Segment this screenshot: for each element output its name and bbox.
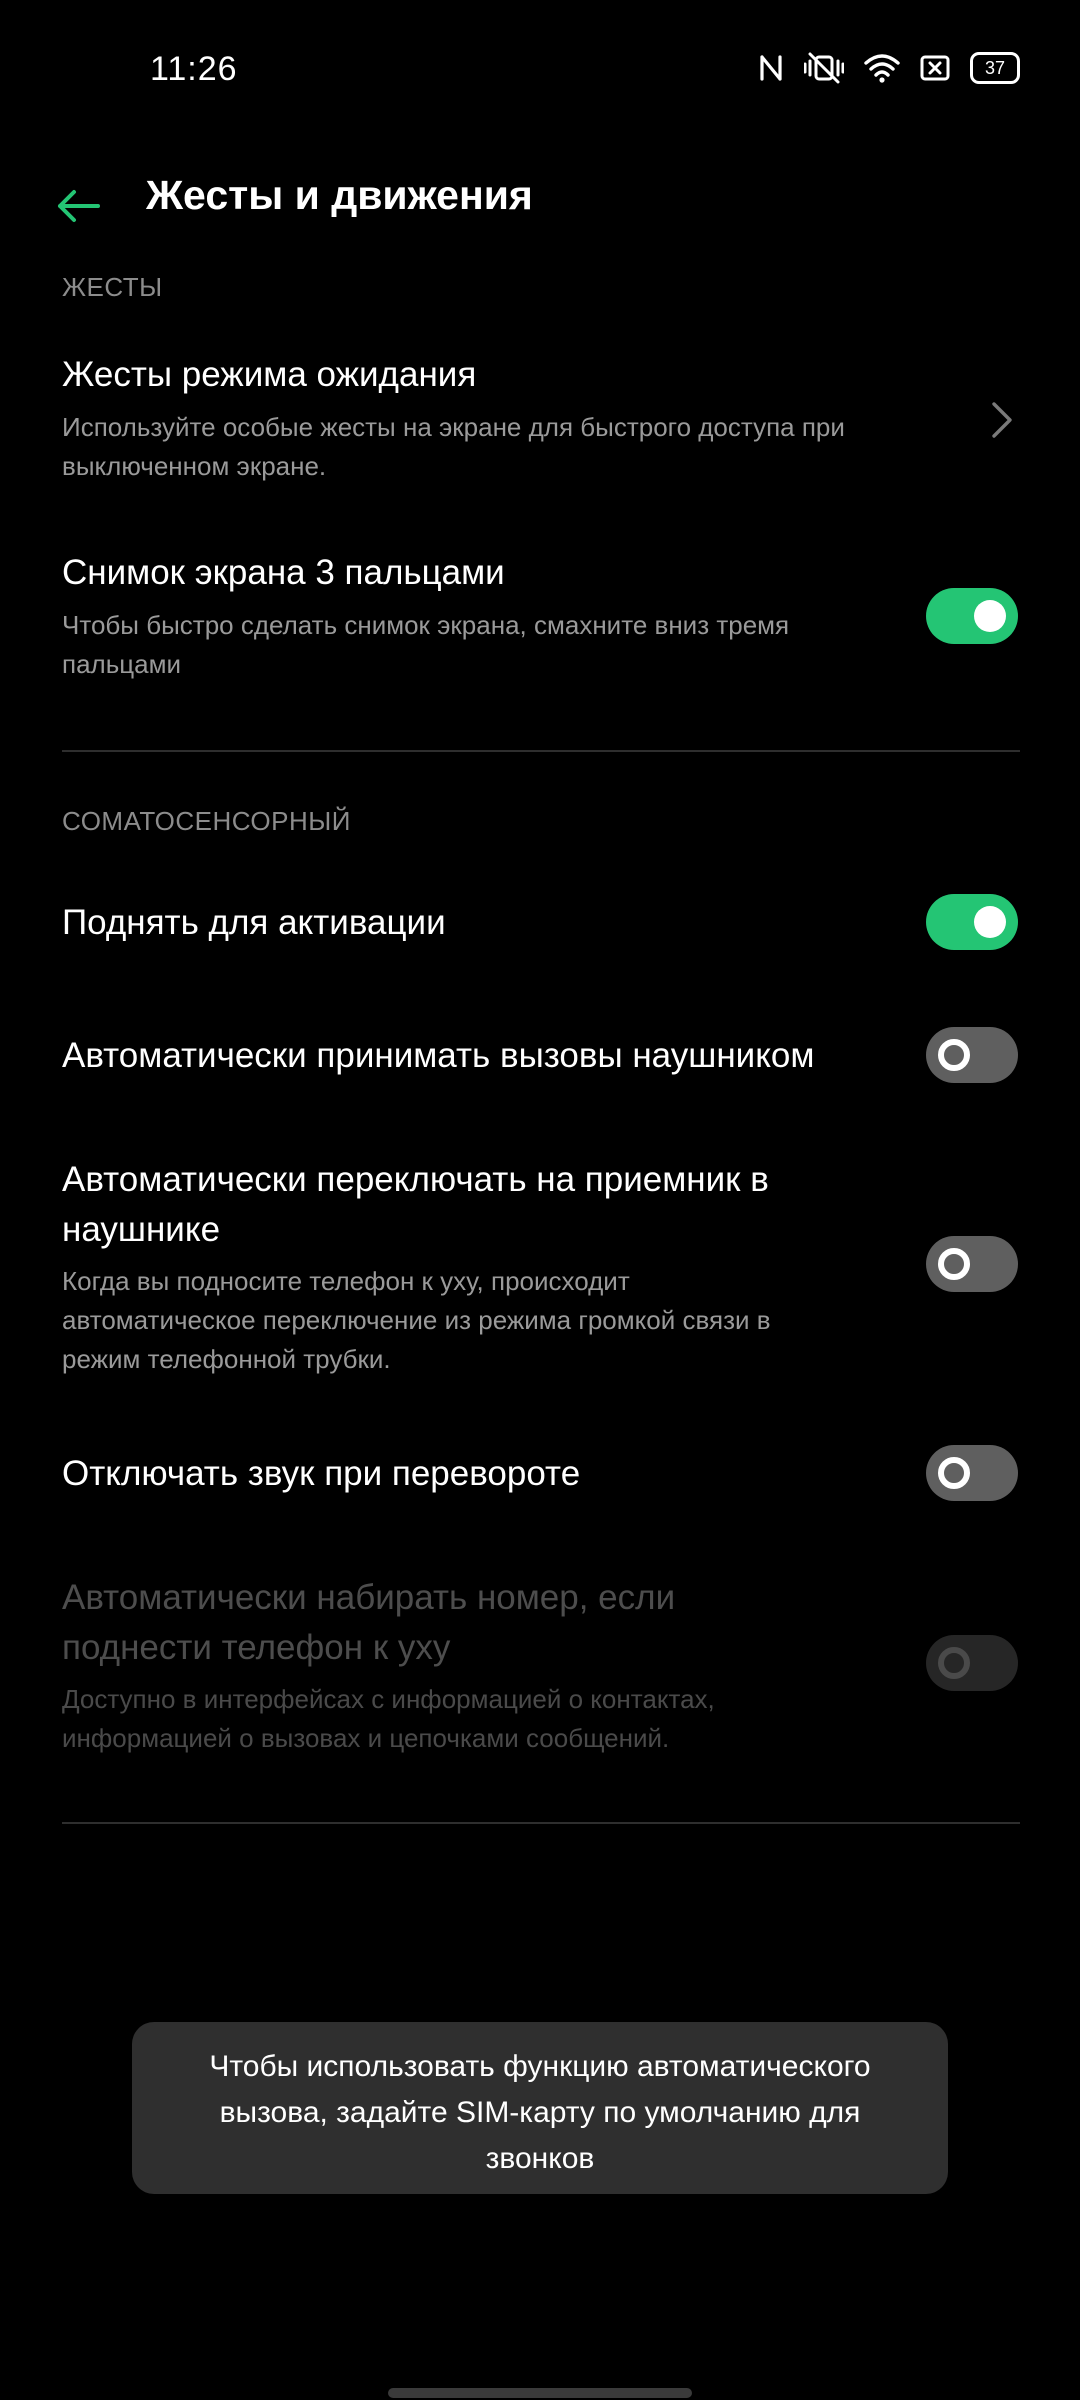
toggle-knob (974, 906, 1006, 938)
row-title-line: наушнике (62, 1210, 221, 1249)
section-divider (62, 750, 1020, 752)
raise-to-wake-item[interactable]: Поднять для активации (0, 894, 1080, 978)
toast-line: вызова, задайте SIM-карту по умолчанию д… (219, 2096, 861, 2129)
toggle-knob (938, 1248, 970, 1280)
auto-answer-headset-item[interactable]: Автоматически принимать вызовы наушником (0, 1027, 1080, 1111)
toggle-knob (938, 1457, 970, 1489)
section-label-motion: СОМАТОСЕНСОРНЫЙ (62, 806, 351, 836)
auto-switch-receiver-item[interactable]: Автоматически переключать на приемник в … (0, 1155, 1080, 1375)
row-subtitle-line: выключенном экране. (62, 451, 327, 481)
chevron-right-icon (992, 402, 1012, 438)
row-title-line: поднести телефон к уху (62, 1628, 451, 1667)
home-indicator[interactable] (388, 2388, 692, 2398)
battery-icon: 37 (970, 52, 1020, 84)
three-finger-screenshot-toggle[interactable] (926, 588, 1018, 644)
status-icons: 37 (758, 52, 1020, 84)
nfc-icon (758, 53, 784, 83)
flip-to-mute-toggle[interactable] (926, 1445, 1018, 1501)
row-subtitle-line: Доступно в интерфейсах с информацией о к… (62, 1684, 715, 1714)
toast-line: Чтобы использовать функцию автоматическо… (209, 2050, 871, 2083)
status-bar: 11:26 37 (0, 0, 1080, 140)
auto-dial-item: Автоматически набирать номер, если подне… (0, 1573, 1080, 1763)
flip-to-mute-item[interactable]: Отключать звук при перевороте (0, 1445, 1080, 1529)
back-button[interactable] (42, 170, 114, 242)
app-bar: Жесты и движения (0, 150, 1080, 250)
status-time: 11:26 (150, 50, 238, 88)
toast-message: Чтобы использовать функцию автоматическо… (132, 2022, 948, 2194)
row-title-line: Автоматически набирать номер, если (62, 1578, 676, 1617)
auto-switch-receiver-toggle[interactable] (926, 1236, 1018, 1292)
raise-to-wake-toggle[interactable] (926, 894, 1018, 950)
arrow-left-icon (58, 190, 100, 222)
toggle-knob (938, 1039, 970, 1071)
auto-answer-headset-toggle[interactable] (926, 1027, 1018, 1083)
row-title: Отключать звук при перевороте (62, 1454, 581, 1493)
section-divider (62, 1822, 1020, 1824)
row-title-line: Автоматически переключать на приемник в (62, 1160, 769, 1199)
auto-dial-toggle (926, 1635, 1018, 1691)
sim-icon (920, 54, 950, 82)
row-subtitle-line: пальцами (62, 649, 182, 679)
page-title: Жесты и движения (146, 172, 533, 218)
row-subtitle-line: Когда вы подносите телефон к уху, происх… (62, 1266, 630, 1296)
toggle-knob (938, 1647, 970, 1679)
row-title: Жесты режима ожидания (62, 355, 477, 394)
vibrate-off-icon (804, 52, 844, 84)
wifi-icon (864, 53, 900, 83)
row-title: Автоматически принимать вызовы наушником (62, 1036, 815, 1075)
row-subtitle-line: информацией о вызовах и цепочками сообще… (62, 1723, 670, 1753)
row-title: Снимок экрана 3 пальцами (62, 553, 505, 592)
toggle-knob (974, 600, 1006, 632)
row-title: Поднять для активации (62, 903, 446, 942)
row-subtitle-line: автоматическое переключение из режима гр… (62, 1305, 771, 1335)
three-finger-screenshot-item[interactable]: Снимок экрана 3 пальцами Чтобы быстро сд… (0, 548, 1080, 698)
section-label-gestures: ЖЕСТЫ (62, 272, 163, 302)
toast-line: звонков (485, 2142, 595, 2175)
row-subtitle-line: режим телефонной трубки. (62, 1344, 391, 1374)
row-subtitle-line: Используйте особые жесты на экране для б… (62, 412, 845, 442)
row-subtitle-line: Чтобы быстро сделать снимок экрана, смах… (62, 610, 790, 640)
standby-gestures-item[interactable]: Жесты режима ожидания Используйте особые… (0, 350, 1080, 500)
